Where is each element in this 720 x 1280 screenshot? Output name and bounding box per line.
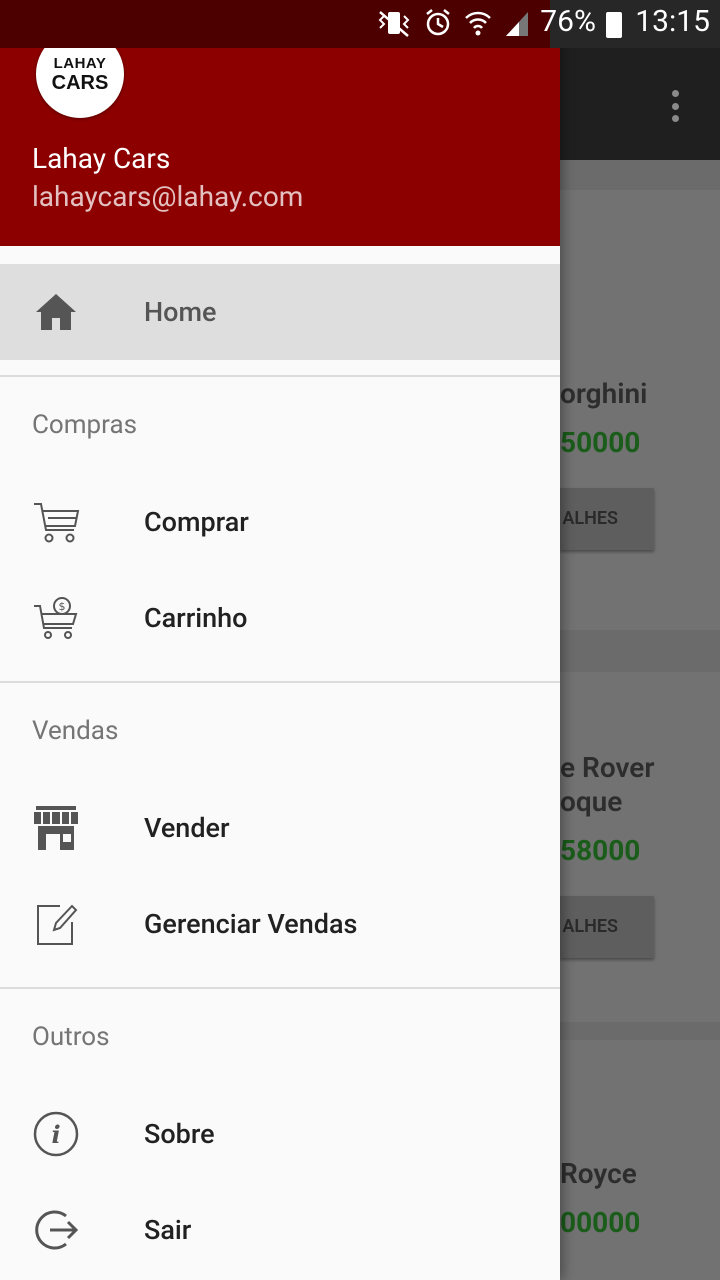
car-card[interactable]: e Rover oque 58000 ALHES xyxy=(560,672,720,1022)
edit-icon xyxy=(37,904,78,945)
menu-item-vender[interactable]: Vender xyxy=(0,780,560,876)
menu-item-gerenciar-vendas[interactable]: Gerenciar Vendas xyxy=(0,876,560,972)
car-name: e Rover xyxy=(560,751,655,784)
status-icons xyxy=(376,8,530,38)
menu-item-label: Gerenciar Vendas xyxy=(144,908,358,940)
navigation-drawer: LAHAY CARS Lahay Cars lahaycars@lahay.co… xyxy=(0,0,560,1280)
details-button[interactable]: ALHES xyxy=(560,488,654,550)
car-card[interactable]: orghini 50000 ALHES xyxy=(560,190,720,630)
user-email: lahaycars@lahay.com xyxy=(32,180,304,213)
car-price: 50000 xyxy=(560,426,641,459)
menu-item-label: Home xyxy=(144,296,217,328)
status-bar: 76% 13:15 xyxy=(0,0,720,48)
divider xyxy=(0,681,560,683)
section-title-compras: Compras xyxy=(32,410,138,440)
store-icon xyxy=(34,806,78,850)
divider xyxy=(0,375,560,377)
menu-item-carrinho[interactable]: $ Carrinho xyxy=(0,570,560,666)
menu-item-label: Sair xyxy=(144,1214,192,1246)
logout-icon xyxy=(35,1210,79,1250)
shopping-cart-icon xyxy=(34,503,80,543)
section-title-outros: Outros xyxy=(32,1022,110,1052)
car-name-line2: oque xyxy=(560,785,623,818)
battery-icon xyxy=(606,12,622,38)
car-price: 00000 xyxy=(560,1206,641,1239)
divider xyxy=(0,987,560,989)
menu-item-home[interactable]: Home xyxy=(0,264,560,360)
menu-item-comprar[interactable]: Comprar xyxy=(0,474,560,570)
section-title-vendas: Vendas xyxy=(32,716,119,746)
svg-text:$: $ xyxy=(59,600,66,613)
car-name: orghini xyxy=(560,377,648,410)
vibrate-icon xyxy=(378,11,410,37)
user-name: Lahay Cars xyxy=(32,142,171,175)
alarm-icon xyxy=(426,9,450,36)
car-card[interactable]: Royce 00000 xyxy=(560,1040,720,1280)
car-name: Royce xyxy=(560,1157,637,1190)
menu-item-label: Sobre xyxy=(144,1118,215,1150)
menu-item-label: Comprar xyxy=(144,506,249,538)
menu-item-sair[interactable]: Sair xyxy=(0,1182,560,1278)
svg-text:i: i xyxy=(51,1120,60,1149)
battery-percentage: 76% xyxy=(540,4,596,39)
wifi-icon xyxy=(465,11,491,36)
cart-dollar-icon: $ xyxy=(34,597,78,639)
menu-item-label: Carrinho xyxy=(144,602,248,634)
clock: 13:15 xyxy=(635,4,710,39)
menu-item-label: Vender xyxy=(144,812,230,844)
signal-icon xyxy=(506,12,528,36)
info-icon: i xyxy=(33,1111,79,1157)
car-price: 58000 xyxy=(560,834,641,867)
menu-item-sobre[interactable]: i Sobre xyxy=(0,1086,560,1182)
home-icon xyxy=(36,294,76,330)
details-button[interactable]: ALHES xyxy=(560,896,654,958)
overflow-menu-icon[interactable] xyxy=(660,86,690,126)
